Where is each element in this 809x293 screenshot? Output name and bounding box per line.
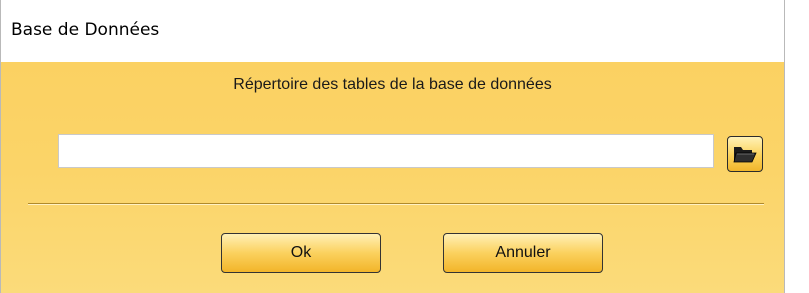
title-bar[interactable]: Base de Données (1, 0, 784, 62)
folder-open-icon (733, 147, 757, 163)
ok-button[interactable]: Ok (221, 233, 381, 273)
directory-heading: Répertoire des tables de la base de donn… (233, 76, 552, 93)
cancel-button[interactable]: Annuler (443, 233, 603, 273)
directory-path-input[interactable] (58, 134, 714, 168)
browse-folder-button[interactable] (727, 136, 763, 172)
dialog-body: Répertoire des tables de la base de donn… (1, 62, 784, 293)
window-title: Base de Données (11, 20, 160, 40)
separator-line (28, 203, 764, 205)
dialog-window: Base de Données Répertoire des tables de… (0, 0, 785, 293)
